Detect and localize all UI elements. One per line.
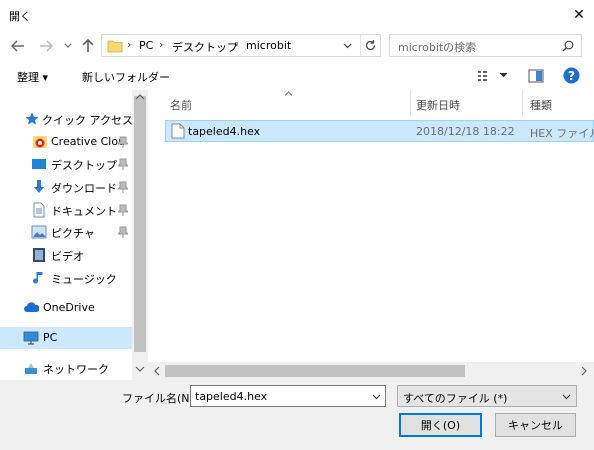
nav-item-label: ピクチャ	[51, 227, 95, 240]
breadcrumb-microbit[interactable]: microbit	[246, 39, 291, 52]
video-icon	[33, 248, 45, 262]
nav-item-label: ビデオ	[51, 250, 84, 263]
desktop-icon	[32, 159, 46, 169]
scroll-up-icon[interactable]	[135, 94, 145, 100]
nav-item-label: ダウンロード	[51, 182, 117, 195]
file-icon	[171, 123, 185, 139]
chevron-down-icon	[562, 394, 571, 400]
nav-item-documents[interactable]: ドキュメント	[0, 199, 132, 221]
scroll-right-icon[interactable]	[581, 366, 587, 376]
nav-item-videos[interactable]: ビデオ	[0, 244, 132, 266]
new-folder-button[interactable]: 新しいフォルダー	[82, 69, 170, 85]
nav-item-pc[interactable]: PC	[0, 327, 132, 349]
network-icon	[25, 363, 37, 374]
breadcrumb-separator: ›	[127, 38, 132, 51]
filename-label: ファイル名(N):	[122, 392, 198, 405]
sort-ascending-icon	[284, 91, 293, 96]
nav-item-label: OneDrive	[43, 301, 95, 314]
window-title: 開く	[9, 10, 31, 23]
preview-pane-icon[interactable]	[528, 69, 544, 83]
pin-icon	[118, 226, 128, 238]
navigation-scroll-thumb[interactable]	[134, 96, 146, 352]
view-options-icon[interactable]	[477, 70, 493, 82]
close-button[interactable]: ✕	[564, 0, 594, 30]
help-icon[interactable]: ?	[563, 67, 580, 84]
file-date: 2018/12/18 18:22	[416, 125, 515, 138]
column-header-date[interactable]: 更新日時	[416, 97, 460, 113]
back-button[interactable]	[8, 37, 28, 55]
search-icon	[562, 40, 574, 52]
up-button[interactable]	[78, 37, 98, 55]
address-dropdown-icon[interactable]	[343, 43, 352, 49]
star-icon	[25, 112, 39, 125]
title-bar	[0, 0, 594, 30]
nav-item-label: PC	[43, 331, 58, 344]
forward-button[interactable]	[36, 37, 56, 55]
pin-icon	[118, 181, 128, 193]
search-box[interactable]: microbitの検索	[389, 34, 582, 57]
nav-item-music[interactable]: ミュージック	[0, 267, 132, 289]
svg-text:?: ?	[568, 69, 575, 83]
music-icon	[33, 272, 43, 284]
breadcrumb-pc[interactable]: PC	[139, 39, 153, 52]
column-header-name[interactable]: 名前	[170, 97, 192, 113]
breadcrumb-separator: ›	[234, 38, 239, 51]
nav-item-network[interactable]: ネットワーク	[0, 357, 132, 379]
filetype-select[interactable]: すべてのファイル (*)	[397, 385, 577, 407]
pin-icon	[118, 204, 128, 216]
nav-item-label: クイック アクセス	[42, 114, 133, 127]
up-arrow-icon	[82, 39, 94, 52]
nav-item-downloads[interactable]: ダウンロード	[0, 176, 132, 198]
chevron-down-icon	[64, 43, 72, 48]
nav-item-onedrive[interactable]: OneDrive	[0, 297, 132, 319]
organize-button[interactable]: 整理 ▾	[17, 69, 48, 85]
column-header-type[interactable]: 種類	[530, 97, 552, 113]
navigation-pane: クイック アクセス Creative Clou デスクトップ ダウンロード ドキ…	[0, 90, 148, 380]
column-divider[interactable]	[410, 90, 411, 116]
breadcrumb-separator: ›	[159, 38, 164, 51]
pin-icon	[118, 158, 128, 170]
picture-icon	[31, 225, 47, 239]
view-dropdown-icon[interactable]	[499, 72, 508, 78]
file-type: HEX ファイル	[530, 127, 594, 140]
back-arrow-icon	[11, 40, 24, 52]
file-name: tapeled4.hex	[188, 125, 261, 138]
command-bar: 整理 ▾ 新しいフォルダー ?	[0, 62, 594, 90]
document-icon	[33, 202, 45, 218]
nav-item-desktop[interactable]: デスクトップ	[0, 153, 132, 175]
recent-locations-button[interactable]	[61, 38, 75, 54]
download-icon	[34, 180, 44, 193]
creative-cloud-icon	[33, 136, 47, 148]
nav-item-label: ミュージック	[51, 273, 117, 286]
open-button-label: 開く(O)	[420, 419, 461, 432]
breadcrumb-desktop[interactable]: デスクトップ	[172, 39, 238, 55]
onedrive-icon	[24, 302, 39, 312]
close-icon: ✕	[573, 7, 585, 23]
refresh-icon[interactable]	[364, 39, 377, 52]
nav-item-creative-cloud[interactable]: Creative Clou	[0, 131, 132, 153]
folder-icon	[107, 40, 123, 53]
scroll-left-icon[interactable]	[154, 366, 160, 376]
address-bar[interactable]: › PC › デスクトップ › microbit	[101, 34, 381, 57]
horizontal-scroll-thumb[interactable]	[165, 365, 465, 377]
search-input[interactable]: microbitの検索	[398, 39, 476, 55]
pin-icon	[118, 136, 128, 148]
cancel-button-label: キャンセル	[508, 419, 563, 432]
nav-item-label: Creative Clou	[51, 135, 126, 148]
scroll-down-icon[interactable]	[135, 366, 145, 372]
filetype-value: すべてのファイル (*)	[403, 392, 508, 405]
pc-icon	[23, 331, 39, 345]
nav-item-pictures[interactable]: ピクチャ	[0, 221, 132, 243]
filename-dropdown-icon[interactable]	[372, 394, 381, 400]
nav-item-quick-access[interactable]: クイック アクセス	[0, 108, 133, 130]
nav-item-label: ドキュメント	[51, 205, 117, 218]
cancel-button[interactable]: キャンセル	[495, 413, 576, 437]
filename-input[interactable]	[190, 385, 386, 407]
open-button[interactable]: 開く(O)	[399, 413, 482, 437]
nav-item-label: ネットワーク	[43, 363, 109, 376]
column-divider[interactable]	[522, 90, 523, 116]
forward-arrow-icon	[40, 40, 53, 52]
nav-item-label: デスクトップ	[51, 159, 117, 172]
table-row[interactable]: tapeled4.hex 2018/12/18 18:22 HEX ファイル	[165, 120, 594, 142]
